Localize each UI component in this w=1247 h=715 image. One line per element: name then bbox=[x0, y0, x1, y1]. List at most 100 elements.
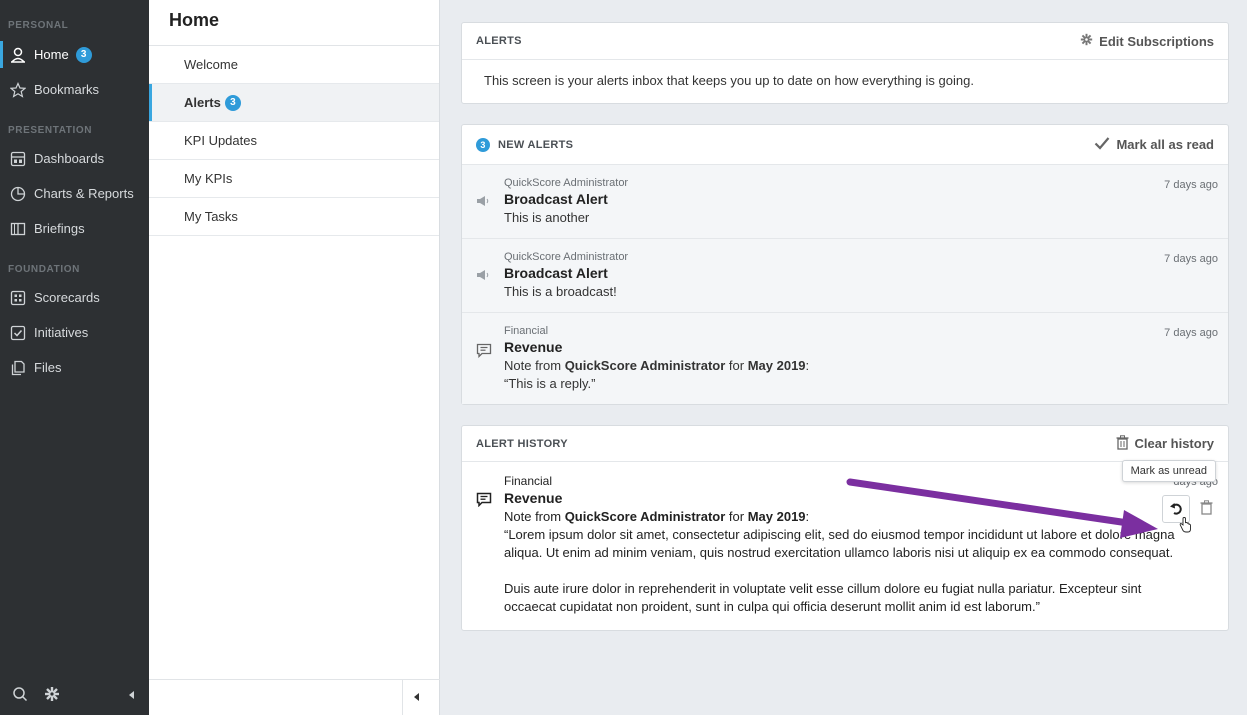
subnav-footer bbox=[149, 679, 440, 715]
clear-history-label: Clear history bbox=[1134, 436, 1214, 451]
alert-item[interactable]: QuickScore Administrator Broadcast Alert… bbox=[462, 239, 1228, 313]
history-sender: Financial bbox=[504, 474, 553, 488]
new-alerts-card: 3 NEW ALERTS Mark all as read QuickScore… bbox=[461, 124, 1229, 405]
sidebar-item-files[interactable]: Files bbox=[0, 350, 149, 385]
subnav-item-label: Alerts bbox=[184, 95, 221, 110]
note-author: QuickScore Administrator bbox=[564, 509, 726, 524]
section-presentation: PRESENTATION bbox=[8, 125, 93, 136]
alert-title: Revenue bbox=[504, 339, 563, 355]
chevron-left-icon bbox=[413, 690, 421, 705]
alert-sender: Financial bbox=[504, 325, 549, 337]
alert-title: Broadcast Alert bbox=[504, 265, 608, 281]
note-for: for bbox=[725, 509, 748, 524]
alerts-card-header: ALERTS Edit Subscriptions bbox=[462, 23, 1228, 60]
alert-item[interactable]: QuickScore Administrator Broadcast Alert… bbox=[462, 165, 1228, 239]
card-title: NEW ALERTS bbox=[498, 138, 574, 151]
subnav-item-label: My Tasks bbox=[184, 209, 238, 224]
trash-icon bbox=[1200, 500, 1213, 518]
hand-cursor-icon bbox=[1178, 517, 1192, 536]
history-title: Revenue bbox=[504, 490, 563, 506]
subnav-item-my-tasks[interactable]: My Tasks bbox=[149, 198, 439, 236]
alert-time: 7 days ago bbox=[1164, 179, 1218, 191]
note-colon: : bbox=[805, 509, 810, 524]
subnav-item-my-kpis[interactable]: My KPIs bbox=[149, 160, 439, 198]
alert-history-card: ALERT HISTORY Clear history Financial Re… bbox=[461, 425, 1229, 631]
main-sidebar: PERSONAL Home 3 Bookmarks PRESENTATION D… bbox=[0, 0, 149, 715]
note-prefix: Note from bbox=[504, 358, 565, 373]
section-personal: PERSONAL bbox=[8, 20, 69, 31]
alert-history-header: ALERT HISTORY Clear history bbox=[462, 426, 1228, 462]
sidebar-item-home[interactable]: Home 3 bbox=[0, 37, 149, 72]
alerts-description: This screen is your alerts inbox that ke… bbox=[484, 73, 974, 88]
delete-history-button[interactable] bbox=[1196, 495, 1216, 523]
page-title: Home bbox=[149, 0, 439, 46]
alert-content: QuickScore Administrator Broadcast Alert… bbox=[504, 177, 1218, 227]
sidebar-item-dashboards[interactable]: Dashboards bbox=[0, 141, 149, 176]
alert-time: 7 days ago bbox=[1164, 327, 1218, 339]
sidebar-item-bookmarks[interactable]: Bookmarks bbox=[0, 72, 149, 107]
card-title: ALERTS bbox=[476, 35, 522, 47]
alerts-card: ALERTS Edit Subscriptions This screen is… bbox=[461, 22, 1229, 104]
sidebar-item-label: Files bbox=[34, 360, 62, 375]
sidebar-item-label: Briefings bbox=[34, 221, 85, 236]
history-item[interactable]: Financial Revenue Note from QuickScore A… bbox=[462, 462, 1228, 630]
alert-item[interactable]: Financial Revenue Note from QuickScore A… bbox=[462, 313, 1228, 404]
megaphone-icon bbox=[476, 251, 504, 301]
collapse-subnav-button[interactable] bbox=[402, 679, 430, 715]
user-icon bbox=[10, 47, 26, 63]
trash-icon bbox=[1116, 434, 1129, 453]
dashboard-icon bbox=[10, 151, 26, 167]
subnav-item-label: My KPIs bbox=[184, 171, 233, 186]
sidebar-item-charts-reports[interactable]: Charts & Reports bbox=[0, 176, 149, 211]
note-colon: : bbox=[805, 358, 810, 373]
subnav-item-welcome[interactable]: Welcome bbox=[149, 46, 439, 84]
section-foundation: FOUNDATION bbox=[8, 264, 80, 275]
home-count-badge: 3 bbox=[75, 46, 92, 63]
checkbox-icon bbox=[10, 325, 26, 341]
sidebar-item-label: Bookmarks bbox=[34, 82, 100, 97]
note-prefix: Note from bbox=[504, 509, 565, 524]
card-title: ALERT HISTORY bbox=[476, 437, 568, 450]
checkmark-icon bbox=[1094, 136, 1110, 153]
sidebar-item-label: Initiatives bbox=[34, 325, 89, 340]
gear-icon bbox=[1080, 33, 1093, 49]
subnav-item-alerts[interactable]: Alerts 3 bbox=[149, 84, 439, 122]
alert-title: Broadcast Alert bbox=[504, 191, 608, 207]
home-subnav: Home Welcome Alerts 3 KPI Updates My KPIs… bbox=[149, 0, 440, 715]
note-author: QuickScore Administrator bbox=[564, 358, 726, 373]
edit-subscriptions-label: Edit Subscriptions bbox=[1099, 33, 1214, 49]
history-note: Note from QuickScore Administrator for M… bbox=[504, 508, 1188, 526]
star-icon bbox=[10, 81, 26, 98]
collapse-sidebar-icon[interactable] bbox=[127, 688, 137, 703]
comment-icon bbox=[476, 325, 504, 393]
edit-subscriptions-button[interactable]: Edit Subscriptions bbox=[1080, 33, 1214, 49]
book-icon bbox=[10, 221, 26, 237]
sidebar-item-label: Charts & Reports bbox=[34, 186, 134, 201]
subnav-item-kpi-updates[interactable]: KPI Updates bbox=[149, 122, 439, 160]
sidebar-item-initiatives[interactable]: Initiatives bbox=[0, 315, 149, 350]
alert-content: QuickScore Administrator Broadcast Alert… bbox=[504, 251, 1218, 301]
new-alerts-header: 3 NEW ALERTS Mark all as read bbox=[462, 125, 1228, 165]
mark-all-read-label: Mark all as read bbox=[1116, 137, 1214, 152]
note-for: for bbox=[725, 358, 748, 373]
alert-quote: “This is a reply.” bbox=[504, 376, 596, 391]
gear-icon[interactable] bbox=[44, 686, 60, 705]
megaphone-icon bbox=[476, 177, 504, 227]
alert-sender: QuickScore Administrator bbox=[504, 177, 629, 189]
undo-arrow-icon bbox=[1169, 501, 1183, 518]
sidebar-item-briefings[interactable]: Briefings bbox=[0, 211, 149, 246]
alert-time: 7 days ago bbox=[1164, 253, 1218, 265]
main-content: ALERTS Edit Subscriptions This screen is… bbox=[441, 0, 1247, 715]
sidebar-item-label: Scorecards bbox=[34, 290, 100, 305]
history-content: Financial Revenue Note from QuickScore A… bbox=[504, 474, 1218, 616]
alerts-count-badge: 3 bbox=[224, 94, 241, 111]
search-icon[interactable] bbox=[12, 686, 28, 705]
alert-note: Note from QuickScore Administrator for M… bbox=[504, 357, 1218, 375]
sidebar-item-label: Home bbox=[34, 47, 69, 62]
clear-history-button[interactable]: Clear history bbox=[1116, 434, 1214, 453]
comment-icon bbox=[476, 474, 504, 616]
alert-content: Financial Revenue Note from QuickScore A… bbox=[504, 325, 1218, 393]
history-paragraph-2: Duis aute irure dolor in reprehenderit i… bbox=[504, 581, 1142, 614]
sidebar-item-scorecards[interactable]: Scorecards bbox=[0, 280, 149, 315]
mark-all-read-button[interactable]: Mark all as read bbox=[1094, 136, 1214, 153]
